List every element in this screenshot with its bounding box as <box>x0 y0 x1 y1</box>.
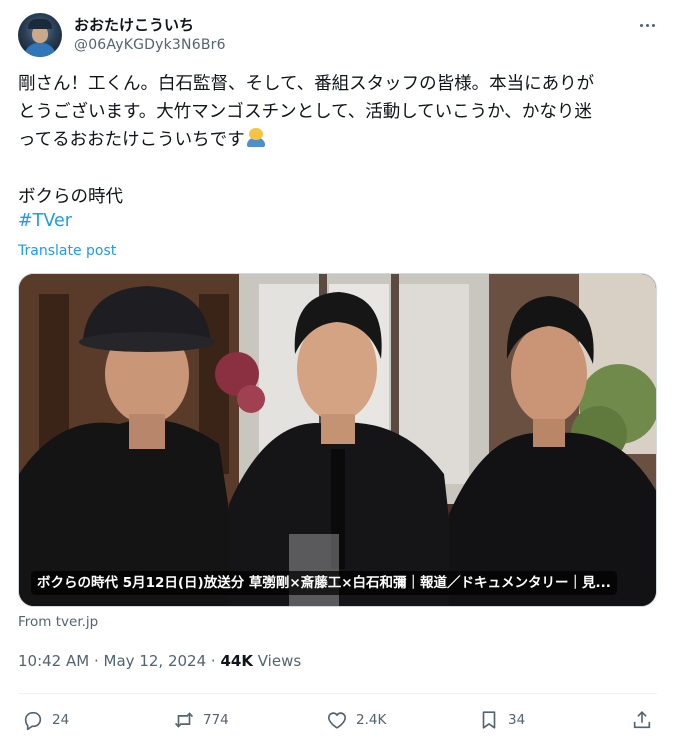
like-button[interactable]: 2.4K <box>326 706 386 734</box>
divider <box>18 693 657 694</box>
share-button[interactable] <box>631 706 653 734</box>
link-card-title: ボクらの時代 5月12日(日)放送分 草彅剛×斎藤工×白石和彌｜報道／ドキュメン… <box>31 571 617 595</box>
tv-show-photo <box>19 274 656 606</box>
hashtag-link[interactable]: #TVer <box>18 211 72 231</box>
views-label: Views <box>257 652 302 670</box>
bookmark-button[interactable]: 34 <box>478 706 525 734</box>
avatar-cap <box>28 19 52 29</box>
avatar-shirt <box>24 43 56 57</box>
tweet-line-text: ってるおおたけこういちです <box>18 130 245 150</box>
heart-icon <box>328 712 346 729</box>
reply-button[interactable]: 24 <box>22 706 69 734</box>
author-handle[interactable]: @06AyKGDyk3N6Br6 <box>74 37 226 53</box>
tweet-line: とうございます。大竹マンゴスチンとして、活動していこうか、かなり迷 <box>18 102 592 122</box>
share-upload-icon <box>633 711 651 729</box>
author-display-name[interactable]: おおたけこういち <box>74 14 194 35</box>
views-count: 44K <box>220 652 253 670</box>
tweet-line: 剛さん！工くん。白石監督、そして、番組スタッフの皆様。本当にありが <box>18 74 595 94</box>
meta-separator: · <box>93 652 99 670</box>
link-card-image[interactable]: ボクらの時代 5月12日(日)放送分 草彅剛×斎藤工×白石和彌｜報道／ドキュメン… <box>18 273 657 607</box>
bookmark-icon <box>482 711 496 729</box>
like-count: 2.4K <box>356 712 387 728</box>
link-source[interactable]: From tver.jp <box>18 614 98 630</box>
tweet-text: 剛さん！工くん。白石監督、そして、番組スタッフの皆様。本当にありが とうございま… <box>18 70 658 154</box>
repost-count: 774 <box>203 712 229 728</box>
meta-separator: · <box>210 652 216 670</box>
tweet-meta: 10:42 AM · May 12, 2024 · 44K Views <box>18 652 301 670</box>
person-emoji-icon <box>245 128 267 148</box>
repost-arrows-icon <box>174 712 194 728</box>
more-dots-icon[interactable] <box>636 14 658 36</box>
tweet-date[interactable]: May 12, 2024 <box>104 652 207 670</box>
translate-post-link[interactable]: Translate post <box>18 243 116 259</box>
reply-bubble-icon <box>24 712 42 731</box>
author-avatar[interactable] <box>18 13 62 57</box>
tweet-time[interactable]: 10:42 AM <box>18 652 89 670</box>
repost-button[interactable]: 774 <box>173 706 229 734</box>
reply-count: 24 <box>52 712 70 728</box>
tweet-line-last: ってるおおたけこういちです <box>18 126 658 154</box>
tweet-subtitle: ボクらの時代 <box>18 187 123 207</box>
bookmark-count: 34 <box>508 712 526 728</box>
